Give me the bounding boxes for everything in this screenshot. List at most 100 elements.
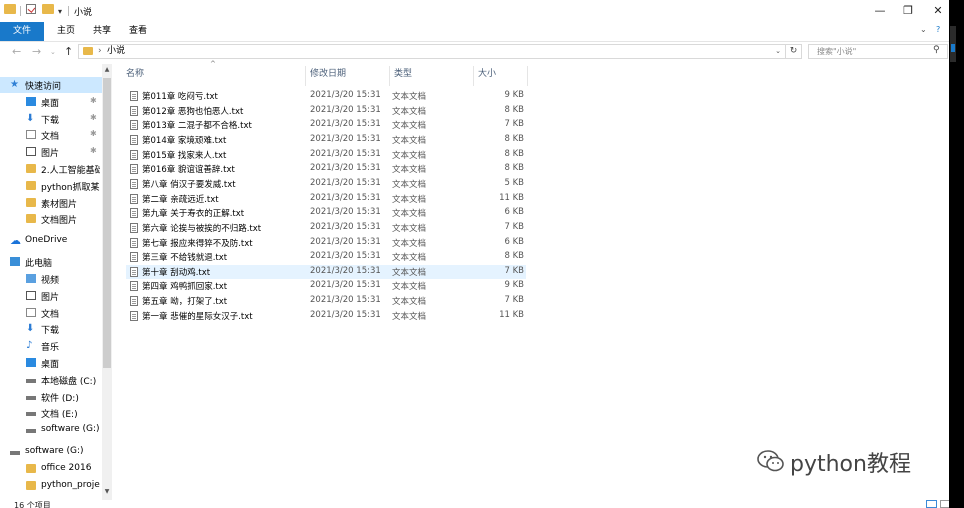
file-date: 2021/3/20 15:31	[310, 295, 381, 306]
file-row[interactable]: 第013章 二混子都不合格.txt 2021/3/20 15:31 文本文档 7 KB	[126, 118, 526, 132]
text-file-icon	[130, 91, 138, 101]
refresh-button[interactable]: ↻	[786, 44, 802, 59]
file-row[interactable]: 第八章 俏汉子要发威.txt 2021/3/20 15:31 文本文档 5 KB	[126, 177, 526, 191]
sidebar-item-label: 音乐	[41, 343, 60, 354]
sidebar-item[interactable]: ⬇ 下载	[0, 321, 102, 337]
sidebar-item[interactable]: 视频	[0, 271, 102, 287]
title-bar: ▾ 小说 — ❐ ✕	[0, 0, 954, 22]
sidebar-item[interactable]: 软件 (D:)	[0, 389, 102, 405]
file-row[interactable]: 第011章 吃闷亏.txt 2021/3/20 15:31 文本文档 9 KB	[126, 89, 526, 103]
sidebar-item[interactable]: ★ 快速访问	[0, 77, 102, 93]
file-type: 文本文档	[392, 223, 427, 234]
column-header-type[interactable]: 类型	[390, 66, 474, 86]
drive-icon	[26, 395, 36, 400]
file-date: 2021/3/20 15:31	[310, 221, 381, 232]
text-file-icon	[130, 237, 138, 248]
scroll-up-icon[interactable]: ▲	[102, 66, 112, 73]
sidebar-item[interactable]: 桌面 ✱	[0, 94, 102, 110]
file-date: 2021/3/20 15:31	[310, 133, 381, 144]
close-button[interactable]: ✕	[924, 2, 952, 20]
sidebar-item[interactable]: python抓取某鑫	[0, 178, 102, 194]
column-header-date[interactable]: 修改日期	[306, 66, 390, 86]
file-type: 文本文档	[392, 165, 427, 176]
file-row[interactable]: 第015章 找家来人.txt 2021/3/20 15:31 文本文档 8 KB	[126, 148, 526, 162]
file-row[interactable]: 第一章 悲催的星际女汉子.txt 2021/3/20 15:31 文本文档 11 KB	[126, 309, 526, 323]
sidebar-scrollbar[interactable]: ▲ ▼	[102, 64, 112, 500]
sidebar-item[interactable]: ⬇ 下载 ✱	[0, 111, 102, 127]
file-date: 2021/3/20 15:31	[310, 265, 381, 276]
sidebar-item[interactable]: 素材图片	[0, 195, 102, 211]
expand-ribbon-icon[interactable]: ⌄	[920, 25, 927, 34]
address-bar[interactable]: › 小说 ⌄	[78, 44, 786, 59]
help-icon[interactable]: ?	[936, 25, 940, 34]
sidebar-item[interactable]: 桌面	[0, 355, 102, 371]
sidebar-item-label: 素材图片	[41, 199, 78, 210]
details-view-button[interactable]	[926, 500, 937, 508]
pc-icon	[10, 257, 20, 267]
sidebar-item[interactable]: 文档图片	[0, 211, 102, 227]
file-date: 2021/3/20 15:31	[310, 177, 381, 188]
search-input[interactable]: 搜索"小说"	[808, 44, 948, 59]
sidebar-item[interactable]: 文档	[0, 305, 102, 321]
file-row[interactable]: 第016章 貌谊谊善辞.txt 2021/3/20 15:31 文本文档 8 KB	[126, 162, 526, 176]
file-row[interactable]: 第012章 恶狗也怕恶人.txt 2021/3/20 15:31 文本文档 8 KB	[126, 104, 526, 118]
file-row[interactable]: 第014章 家境顽难.txt 2021/3/20 15:31 文本文档 8 KB	[126, 133, 526, 147]
file-size: 6 KB	[504, 236, 524, 247]
file-date: 2021/3/20 15:31	[310, 236, 381, 247]
sidebar-item[interactable]: 2.人工智能基础	[0, 161, 102, 177]
file-type: 文本文档	[392, 267, 427, 278]
file-date: 2021/3/20 15:31	[310, 251, 381, 262]
file-type: 文本文档	[392, 150, 427, 161]
file-row[interactable]: 第九章 关于寿衣的正解.txt 2021/3/20 15:31 文本文档 6 KB	[126, 206, 526, 220]
file-row[interactable]: 第七章 报应来得猝不及防.txt 2021/3/20 15:31 文本文档 6 KB	[126, 236, 526, 250]
document-icon	[26, 307, 36, 317]
file-type: 文本文档	[392, 106, 427, 117]
sidebar-item[interactable]: software (G:)	[0, 444, 102, 460]
column-header-name[interactable]: 名称	[122, 66, 306, 86]
file-row[interactable]: 第六章 论挨与被挨的不归路.txt 2021/3/20 15:31 文本文档 7 KB	[126, 221, 526, 235]
file-row[interactable]: 第二章 亲疏远近.txt 2021/3/20 15:31 文本文档 11 KB	[126, 192, 526, 206]
chevron-down-icon[interactable]: ⌄	[775, 45, 781, 58]
file-name: 第013章 二混子都不合格.txt	[142, 121, 252, 132]
file-row[interactable]: 第三章 不给钱就退.txt 2021/3/20 15:31 文本文档 8 KB	[126, 250, 526, 264]
sidebar-item[interactable]: ☁ OneDrive	[0, 233, 102, 249]
sidebar-item[interactable]: python_project	[0, 478, 102, 494]
file-row[interactable]: 第四章 鸡鸭抓回家.txt 2021/3/20 15:31 文本文档 9 KB	[126, 279, 526, 293]
file-row[interactable]: 第五章 呦，打架了.txt 2021/3/20 15:31 文本文档 7 KB	[126, 294, 526, 308]
sidebar-item[interactable]: 文档 ✱	[0, 127, 102, 143]
folder-icon	[26, 463, 36, 473]
scroll-down-icon[interactable]: ▼	[102, 488, 112, 495]
sidebar-item[interactable]: 本地磁盘 (C:)	[0, 372, 102, 388]
folder-icon	[26, 480, 36, 490]
file-type: 文本文档	[392, 135, 427, 146]
sidebar-item-label: 快速访问	[25, 82, 62, 92]
text-file-icon	[130, 164, 138, 175]
file-row[interactable]: 第十章 刮动鸡.txt 2021/3/20 15:31 文本文档 7 KB	[126, 264, 526, 279]
file-size: 8 KB	[504, 148, 524, 159]
sidebar-item[interactable]: 此电脑	[0, 254, 102, 270]
file-name: 第七章 报应来得猝不及防.txt	[142, 238, 253, 249]
sidebar-item[interactable]: office 2016	[0, 461, 102, 477]
file-date: 2021/3/20 15:31	[310, 119, 381, 130]
file-size: 9 KB	[504, 280, 524, 291]
tab-view[interactable]: 查看	[120, 22, 156, 41]
file-name: 第一章 悲催的星际女汉子.txt	[142, 311, 253, 322]
address-path[interactable]: 小说	[107, 45, 125, 58]
file-name: 第015章 找家来人.txt	[142, 150, 227, 161]
video-icon	[26, 274, 36, 283]
sidebar-item[interactable]: ♪ 音乐	[0, 338, 102, 354]
file-name: 第014章 家境顽难.txt	[142, 135, 227, 146]
minimize-button[interactable]: —	[866, 2, 894, 20]
search-icon[interactable]: ⚲	[933, 45, 940, 55]
sidebar-item[interactable]: 文档 (E:)	[0, 405, 102, 421]
file-date: 2021/3/20 15:31	[310, 163, 381, 174]
sidebar-item[interactable]: 图片 ✱	[0, 144, 102, 160]
column-header-size[interactable]: 大小	[474, 66, 528, 86]
pin-icon: ✱	[90, 95, 97, 105]
maximize-button[interactable]: ❐	[894, 2, 922, 20]
file-size: 11 KB	[499, 192, 524, 203]
explorer-window: ▾ 小说 — ❐ ✕ 文件 主页 共享 查看 ⌄ ? ← → ⌄ ↑ › 小说 …	[0, 0, 954, 508]
sidebar-item[interactable]: 图片	[0, 288, 102, 304]
sidebar-item[interactable]: software (G:)	[0, 422, 102, 438]
scrollbar-thumb[interactable]	[103, 78, 111, 368]
